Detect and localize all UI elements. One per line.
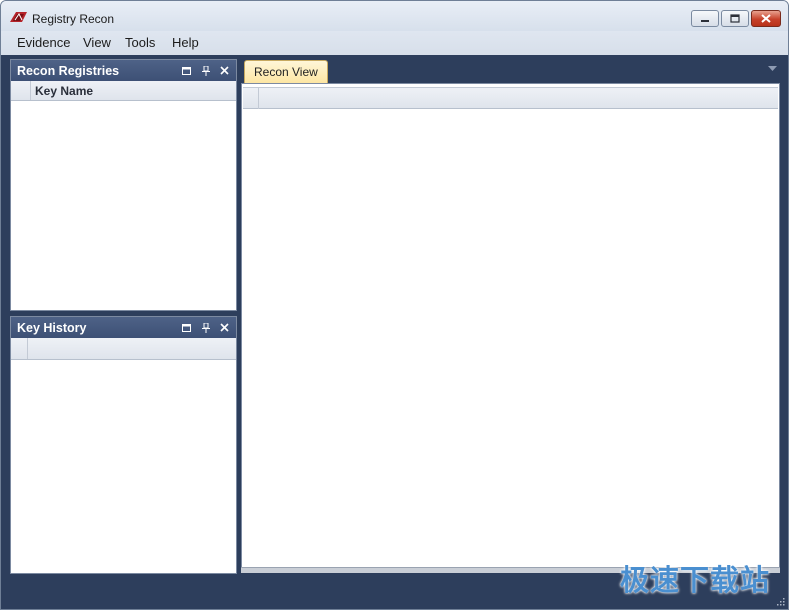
document-area: Recon View [241, 55, 781, 573]
row-selector-header [11, 81, 31, 100]
recon-registries-header[interactable]: Recon Registries [11, 60, 236, 81]
key-history-list[interactable] [11, 361, 236, 573]
recon-registries-title: Recon Registries [17, 64, 120, 78]
window-title: Registry Recon [32, 12, 115, 26]
chevron-down-icon[interactable] [768, 66, 777, 72]
app-window: Registry Recon Evidence View Tools Help … [0, 0, 789, 610]
close-button[interactable] [751, 10, 781, 27]
pane-tools [180, 321, 231, 334]
close-icon [761, 14, 771, 23]
menu-bar: Evidence View Tools Help [1, 31, 788, 55]
row-selector-header [11, 338, 28, 359]
key-history-column-header[interactable] [11, 338, 236, 360]
recon-registries-list[interactable] [11, 102, 236, 310]
key-history-header[interactable]: Key History [11, 317, 236, 338]
pin-pane-button[interactable] [199, 321, 212, 334]
recon-registries-pane: Recon Registries Key Name [10, 59, 237, 311]
recon-view-panel [241, 83, 780, 571]
minimize-icon [701, 19, 709, 22]
restore-icon [730, 14, 740, 23]
resize-grip-icon[interactable] [775, 596, 785, 606]
key-history-pane: Key History [10, 316, 237, 574]
registry-recon-logo-icon [10, 12, 27, 22]
watermark-text: 极速下载站 [619, 563, 770, 597]
restore-button[interactable] [721, 10, 749, 27]
maximize-icon [182, 66, 191, 75]
maximize-pane-button[interactable] [180, 321, 193, 334]
key-name-column-header[interactable]: Key Name [11, 81, 236, 101]
recon-view-grid[interactable] [243, 110, 778, 568]
menu-tools[interactable]: Tools [123, 35, 157, 50]
menu-view[interactable]: View [81, 35, 113, 50]
pin-icon [201, 65, 210, 76]
close-icon [220, 66, 229, 75]
close-pane-button[interactable] [218, 321, 231, 334]
minimize-button[interactable] [691, 10, 719, 27]
close-pane-button[interactable] [218, 64, 231, 77]
window-controls [691, 10, 781, 27]
recon-view-grid-header[interactable] [243, 87, 778, 109]
row-selector-header [243, 88, 259, 109]
close-icon [220, 323, 229, 332]
pane-tools [180, 64, 231, 77]
title-bar[interactable]: Registry Recon [1, 1, 788, 31]
tab-recon-view[interactable]: Recon View [244, 60, 328, 83]
maximize-pane-button[interactable] [180, 64, 193, 77]
menu-evidence[interactable]: Evidence [15, 35, 72, 50]
maximize-icon [182, 323, 191, 332]
pin-icon [201, 322, 210, 333]
menu-help[interactable]: Help [170, 35, 201, 50]
key-name-label: Key Name [35, 84, 94, 98]
pin-pane-button[interactable] [199, 64, 212, 77]
key-history-title: Key History [17, 321, 87, 335]
